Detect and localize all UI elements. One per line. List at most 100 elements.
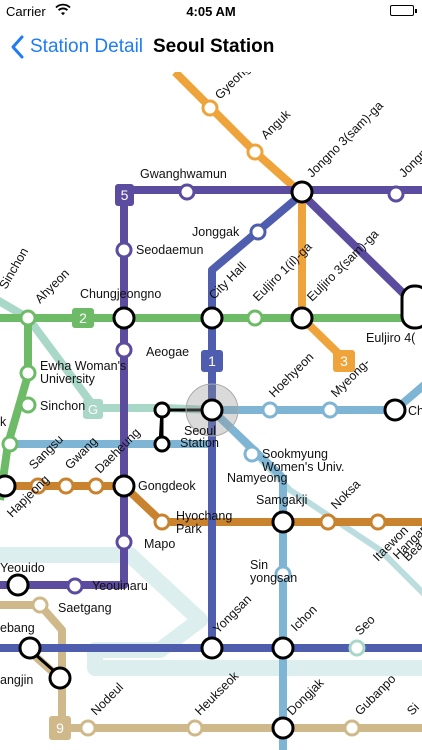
station-chungjeongno[interactable]	[112, 306, 136, 330]
chevron-left-icon	[11, 35, 24, 59]
station-ch-r[interactable]	[383, 398, 407, 422]
label-hyochang: Hyochang	[176, 509, 232, 523]
label-ewha-2: University	[40, 372, 96, 386]
station-mapo[interactable]	[115, 533, 133, 551]
station-gyeong[interactable]	[201, 99, 219, 117]
line-g-badge-label: G	[88, 402, 98, 417]
battery-icon	[390, 5, 417, 16]
station-aeogae[interactable]	[115, 341, 133, 359]
label-samgakji: Samgakji	[256, 493, 307, 507]
label-yeouido: Yeouido	[0, 561, 45, 575]
station-sinchon[interactable]	[19, 396, 37, 414]
station-gubanpo[interactable]	[343, 719, 361, 737]
label-chungjeongno: Chungjeongno	[80, 287, 161, 301]
line-3-badge-label: 3	[340, 353, 348, 369]
station-seobinggo[interactable]	[348, 639, 366, 657]
station-seodaemun[interactable]	[115, 241, 133, 259]
label-saetgang: Saetgang	[58, 601, 112, 615]
label-dongjak: Dongjak	[284, 675, 327, 718]
label-sinchon-gy: Sinchon	[0, 245, 31, 291]
label-aeogae: Aeogae	[146, 345, 189, 359]
label-sinyongsan: Sin	[250, 558, 268, 572]
station-ewha[interactable]	[19, 364, 37, 382]
label-ahyeon: Ahyeon	[32, 266, 72, 306]
station-jongno3[interactable]	[290, 180, 314, 204]
label-gubanpo: Gubanpo	[352, 672, 398, 718]
back-button-label: Station Detail	[30, 36, 144, 57]
label-namyeong: Namyeong	[227, 471, 287, 485]
label-gongdeok: Gongdeok	[138, 479, 196, 493]
label-noksapyeong: Noksa	[328, 477, 363, 512]
station-samgakji[interactable]	[271, 510, 295, 534]
line-1-badge-label: 1	[208, 353, 216, 369]
label-mapo: Mapo	[144, 537, 175, 551]
station-jonggak[interactable]	[249, 223, 267, 241]
station-heukseok[interactable]	[186, 719, 204, 737]
label-yeouinaru: Yeouinaru	[92, 579, 148, 593]
station-yeouido[interactable]	[6, 573, 30, 597]
line-5-badge-label: 5	[121, 187, 129, 203]
label-seoul-station-2: Station	[180, 436, 219, 450]
label-s-r: Si	[404, 700, 422, 718]
station-gwangheungchang[interactable]	[57, 477, 75, 495]
station-anguk[interactable]	[246, 143, 264, 161]
station-jongno-r[interactable]	[387, 185, 405, 203]
label-hyochang-2: Park	[176, 522, 202, 536]
station-itaewon[interactable]	[369, 513, 387, 531]
label-nodeul: Nodeul	[88, 680, 126, 718]
station-myeongdong[interactable]	[321, 401, 339, 419]
label-jonggak: Jonggak	[192, 225, 240, 239]
label-sookmyung: Sookmyung	[262, 447, 328, 461]
label-seodaemun: Seodaemun	[136, 243, 203, 257]
station-hapjeong[interactable]	[0, 474, 17, 498]
label-sinyongsan-2: yongsan	[250, 571, 297, 585]
station-ichon[interactable]	[271, 636, 295, 660]
page-title: Seoul Station	[153, 36, 275, 57]
back-button[interactable]: Station Detail	[8, 32, 143, 62]
label-ebang: ebang	[0, 621, 35, 635]
label-sangsu: Sangsu	[26, 432, 66, 472]
station-hyochang[interactable]	[153, 513, 171, 531]
station-daeheung[interactable]	[87, 477, 105, 495]
station-sangsu[interactable]	[1, 435, 19, 453]
subway-map[interactable]: 5 2 1 3 G 9 Gyeong Anguk Jongno 3(sam)-g…	[0, 0, 422, 750]
station-saetgang[interactable]	[31, 596, 49, 614]
station-yeouinaru[interactable]	[66, 577, 84, 595]
label-jongno3: Jongno 3(sam)-ga	[304, 98, 386, 180]
status-time: 4:05 AM	[186, 4, 236, 19]
label-ewha: Ewha Woman's	[40, 359, 126, 373]
label-ichon: Ichon	[288, 603, 320, 635]
station-euljiro1[interactable]	[246, 309, 264, 327]
label-hoehyeon: Hoehyeon	[266, 350, 316, 400]
navigation-bar: Station Detail Seoul Station	[0, 22, 422, 72]
station-ebang[interactable]	[18, 636, 42, 660]
station-sookmyung[interactable]	[243, 445, 261, 463]
station-seoul-station[interactable]	[200, 398, 224, 422]
label-euljiro4: Euljiro 4(	[366, 331, 416, 345]
station-gongdeok[interactable]	[112, 474, 136, 498]
label-yongsan: Yongsan	[210, 592, 254, 636]
station-seoul-g1	[153, 401, 171, 419]
label-anguk: Anguk	[258, 107, 293, 142]
station-euljiro4[interactable]	[400, 284, 422, 330]
label-daeheung: Daeheung	[92, 425, 143, 476]
line-2-badge-label: 2	[79, 310, 87, 326]
status-bar: Carrier 4:05 AM	[0, 0, 422, 22]
station-city-hall[interactable]	[200, 306, 224, 330]
label-gwanghwamun: Gwanghwamun	[140, 167, 227, 181]
line-9-badge-label: 9	[56, 720, 64, 736]
station-hoehyeon[interactable]	[261, 401, 279, 419]
station-yongsan[interactable]	[200, 636, 224, 660]
line-1	[208, 190, 422, 652]
station-gwanghwamun[interactable]	[178, 183, 196, 201]
station-ahyeon[interactable]	[19, 309, 37, 327]
station-euljiro3[interactable]	[290, 306, 314, 330]
station-noksapyeong[interactable]	[319, 513, 337, 531]
station-angjin[interactable]	[48, 666, 72, 690]
label-angjin: angjin	[0, 673, 33, 687]
label-sinchon: Sinchon	[40, 399, 85, 413]
label-ch-r: Ch	[408, 404, 422, 418]
station-dongjak[interactable]	[271, 716, 295, 740]
label-seobinggo: Seo	[352, 612, 378, 638]
station-nodeul[interactable]	[79, 719, 97, 737]
